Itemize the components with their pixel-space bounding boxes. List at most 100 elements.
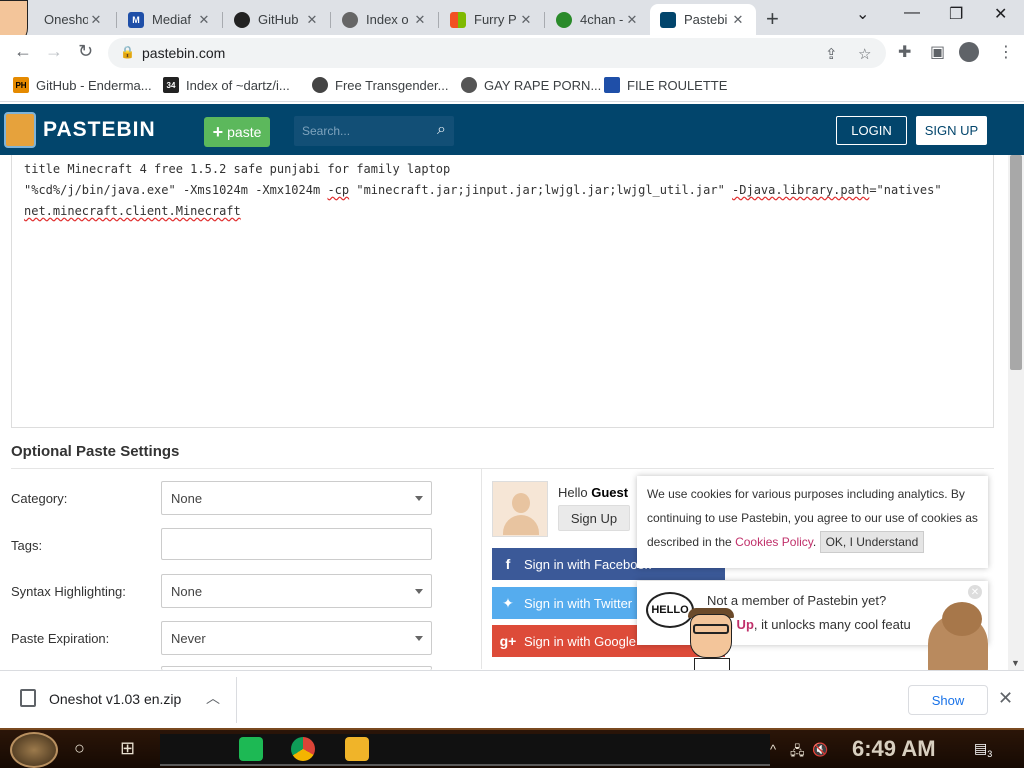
- dropdown-caret-icon: [415, 589, 423, 594]
- code-line-2: "%cd%/j/bin/java.exe" -Xms1024m -Xmx1024…: [24, 183, 942, 197]
- member-cta: n Up, it unlocks many cool featu: [725, 617, 911, 632]
- search-icon[interactable]: ⌕: [437, 121, 446, 139]
- microsoft-favicon-icon: [450, 11, 466, 28]
- close-icon[interactable]: ✕: [304, 12, 320, 28]
- bookmark-4[interactable]: GAY RAPE PORN...: [461, 77, 601, 93]
- tab-index-of[interactable]: Index o ✕: [332, 4, 438, 35]
- window-close-icon[interactable]: ✕: [994, 4, 1007, 24]
- cortana-circle-icon[interactable]: ○: [74, 738, 85, 759]
- tab-4chan[interactable]: 4chan - ✕: [546, 4, 650, 35]
- chevron-up-icon[interactable]: ︿: [206, 688, 220, 708]
- show-all-button[interactable]: Show: [908, 685, 988, 715]
- tab-pastebin[interactable]: Pastebi ✕: [650, 4, 756, 35]
- file-roulette-favicon-icon: [604, 77, 620, 93]
- pastebin-logo-text[interactable]: PASTEBIN: [43, 118, 156, 142]
- tab-mediafire[interactable]: M Mediaf ✕: [118, 4, 222, 35]
- code-line-3: net.minecraft.client.Minecraft: [24, 204, 241, 218]
- guest-signup-button[interactable]: Sign Up: [558, 505, 630, 531]
- tab-title: Onesho: [44, 12, 88, 27]
- spotify-icon[interactable]: [239, 737, 263, 761]
- login-button[interactable]: LOGIN: [836, 116, 907, 145]
- facebook-icon: f: [505, 556, 511, 572]
- dropdown-caret-icon: [415, 496, 423, 501]
- close-icon[interactable]: ✕: [624, 12, 640, 28]
- pastebin-favicon-icon: [660, 11, 676, 28]
- network-icon[interactable]: 🖧: [790, 742, 805, 764]
- syntax-select[interactable]: None: [161, 574, 432, 608]
- scroll-down-arrow-icon[interactable]: ▼: [1011, 658, 1020, 668]
- notification-count: 3: [987, 748, 993, 759]
- tab-title: Pastebi: [684, 12, 728, 27]
- cookie-text: We use cookies for various purposes incl…: [647, 487, 978, 549]
- bookmark-index-of[interactable]: 34 Index of ~dartz/i...: [163, 77, 290, 93]
- close-icon[interactable]: ✕: [518, 12, 534, 28]
- taskbar: ○ ⊞ ^ 🖧 🔇 6:49 AM ▤3: [0, 728, 1024, 768]
- share-icon[interactable]: ⇪: [825, 45, 838, 63]
- close-icon[interactable]: ✕: [412, 12, 428, 28]
- tray-chevron-icon[interactable]: ^: [770, 742, 776, 757]
- paste-textarea[interactable]: title Minecraft 4 free 1.5.2 safe punjab…: [11, 155, 994, 428]
- expiration-select[interactable]: Never: [161, 621, 432, 655]
- start-button[interactable]: [10, 732, 58, 768]
- download-filename[interactable]: Oneshot v1.03 en.zip: [49, 691, 181, 707]
- page-scrollbar[interactable]: ▼: [1008, 155, 1024, 670]
- forward-icon[interactable]: →: [45, 41, 63, 62]
- close-icon[interactable]: ✕: [968, 585, 982, 599]
- github-favicon-icon: [234, 11, 250, 28]
- bookmark-file-roulette[interactable]: FILE ROULETTE: [604, 77, 727, 93]
- close-icon[interactable]: ✕: [88, 12, 104, 28]
- tab-oneshot[interactable]: Onesho ✕: [10, 4, 114, 35]
- cookies-policy-link[interactable]: Cookies Policy: [735, 535, 813, 549]
- column-divider: [481, 469, 482, 669]
- search-input[interactable]: Search... ⌕: [294, 116, 454, 146]
- reload-icon[interactable]: ↻: [78, 41, 93, 62]
- url-text: pastebin.com: [142, 45, 226, 61]
- cookie-ok-button[interactable]: OK, I Understand: [819, 531, 925, 553]
- syntax-label: Syntax Highlighting:: [11, 584, 126, 599]
- expiration-label: Paste Expiration:: [11, 631, 110, 646]
- extensions-puzzle-icon[interactable]: ✚: [898, 42, 911, 62]
- address-bar[interactable]: 🔒 pastebin.com ⇪ ☆: [108, 38, 886, 68]
- tab-github[interactable]: GitHub ✕: [224, 4, 330, 35]
- back-icon[interactable]: ←: [14, 41, 32, 62]
- tags-input[interactable]: [161, 528, 432, 560]
- guest-avatar: [492, 481, 548, 537]
- chrome-icon[interactable]: [291, 737, 315, 761]
- side-panel-icon[interactable]: ▣: [930, 42, 945, 62]
- notification-center-icon[interactable]: ▤3: [974, 740, 992, 759]
- zip-file-icon: [20, 689, 36, 707]
- tags-label: Tags:: [11, 538, 43, 553]
- minimize-icon[interactable]: —: [904, 4, 920, 22]
- bookmark-github[interactable]: PH GitHub - Enderma...: [13, 77, 152, 93]
- file-explorer-icon[interactable]: [345, 737, 369, 761]
- task-view-icon[interactable]: ⊞: [120, 738, 135, 759]
- profile-avatar-icon[interactable]: [959, 42, 979, 62]
- signup-button[interactable]: SIGN UP: [916, 116, 987, 145]
- divider: [11, 468, 994, 469]
- bookmark-favicon-icon: [312, 77, 328, 93]
- maximize-icon[interactable]: ❐: [949, 4, 963, 24]
- hello-guest: Hello Guest: [558, 485, 629, 500]
- volume-muted-icon[interactable]: 🔇: [812, 742, 828, 758]
- lock-icon: 🔒: [120, 45, 135, 59]
- tab-furry[interactable]: Furry P ✕: [440, 4, 544, 35]
- category-select[interactable]: None: [161, 481, 432, 515]
- bookmark-label: FILE ROULETTE: [627, 77, 728, 93]
- bookmarks-bar: PH GitHub - Enderma... 34 Index of ~dart…: [0, 71, 1024, 102]
- new-paste-button[interactable]: + paste: [204, 117, 270, 147]
- scrollbar-thumb[interactable]: [1010, 155, 1022, 370]
- facebook-label: Sign in with Facebook: [524, 556, 652, 572]
- bookmark-free-transgender[interactable]: Free Transgender...: [312, 77, 448, 93]
- tab-search-chevron-icon[interactable]: ⌄: [856, 4, 869, 24]
- new-tab-icon[interactable]: +: [766, 6, 779, 32]
- tab-title: GitHub: [258, 12, 299, 27]
- search-placeholder: Search...: [302, 124, 351, 138]
- bookmark-star-icon[interactable]: ☆: [858, 45, 871, 63]
- category-value: None: [171, 491, 203, 506]
- close-icon[interactable]: ✕: [196, 12, 212, 28]
- menu-kebab-icon[interactable]: ⋮: [998, 42, 1014, 62]
- pastebin-logo-icon[interactable]: [4, 112, 36, 148]
- clock[interactable]: 6:49 AM: [852, 736, 936, 762]
- close-icon[interactable]: ✕: [730, 12, 746, 28]
- close-shelf-icon[interactable]: ✕: [998, 688, 1013, 709]
